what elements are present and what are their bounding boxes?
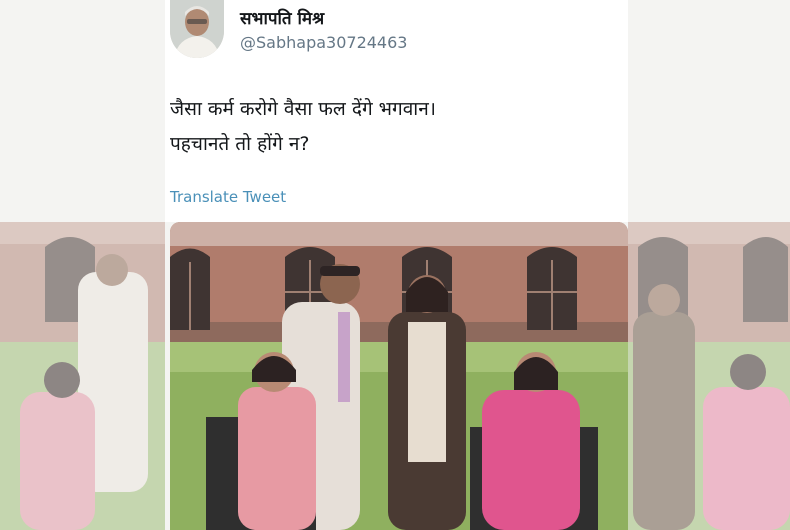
tweet-text-line: जैसा कर्म करोगे वैसा फल देंगे भगवान। [170, 98, 436, 120]
avatar-photo-icon [170, 0, 224, 58]
translate-tweet-link[interactable]: Translate Tweet [170, 188, 286, 206]
background-photo-left [0, 222, 165, 530]
tweet-text-line: पहचानते तो होंगे न? [170, 133, 310, 155]
tweet-text: जैसा कर्म करोगे वैसा फल देंगे भगवान। पहच… [170, 92, 610, 162]
background-photo-right [628, 222, 790, 530]
tweet-photo[interactable] [170, 222, 628, 530]
avatar[interactable] [170, 0, 224, 58]
display-name[interactable]: सभापति मिश्र [240, 6, 324, 29]
screenshot-stage: सभापति मिश्र @Sabhapa30724463 जैसा कर्म … [0, 0, 790, 530]
user-handle[interactable]: @Sabhapa30724463 [240, 33, 407, 52]
